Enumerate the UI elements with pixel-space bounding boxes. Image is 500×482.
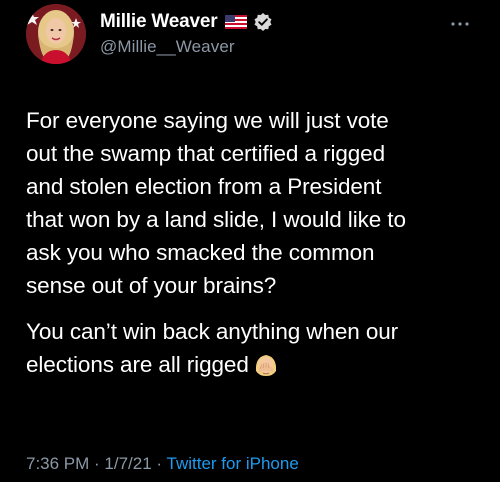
tweet-meta: 7:36 PM · 1/7/21 · Twitter for iPhone: [26, 454, 299, 474]
meta-separator: ·: [89, 454, 105, 473]
tweet-time[interactable]: 7:36 PM: [26, 454, 89, 473]
tweet-date[interactable]: 1/7/21: [104, 454, 151, 473]
meta-separator: ·: [151, 454, 167, 473]
tweet-body: For everyone saying we will just vote ou…: [26, 104, 486, 394]
tweet-paragraph-1: For everyone saying we will just vote ou…: [26, 108, 406, 298]
tweet-source-link[interactable]: Twitter for iPhone: [167, 454, 299, 473]
woman-facepalming-emoji-icon: [253, 351, 279, 377]
tweet-paragraph-2: You can’t win back anything when our ele…: [26, 315, 486, 381]
user-handle[interactable]: @Millie__Weaver: [100, 37, 273, 57]
tweet-header: Millie Weaver @Millie__Weaver: [100, 10, 273, 58]
avatar[interactable]: [26, 4, 86, 64]
tweet-paragraph-2-text: You can’t win back anything when our ele…: [26, 319, 399, 377]
verified-badge-icon: [253, 12, 273, 32]
avatar-image: [26, 4, 86, 64]
more-options-icon[interactable]: [450, 16, 470, 26]
tweet-card: Millie Weaver @Millie__Weaver For everyo…: [0, 0, 500, 482]
name-row: Millie Weaver: [100, 10, 273, 34]
display-name[interactable]: Millie Weaver: [100, 11, 218, 33]
us-flag-icon: [225, 15, 248, 29]
